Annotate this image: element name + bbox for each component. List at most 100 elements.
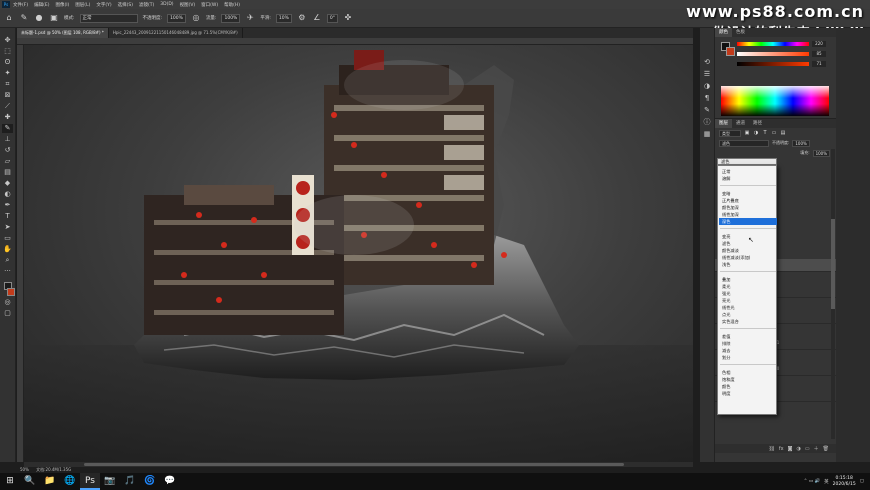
brush-panel-icon[interactable]: ✎ <box>702 106 713 115</box>
brush-settings-icon[interactable]: ▣ <box>49 13 59 23</box>
quick-select-tool-icon[interactable]: ✦ <box>2 69 13 78</box>
filter-adjust-icon[interactable]: ◑ <box>753 130 759 136</box>
tab-color[interactable]: 颜色 <box>715 28 732 37</box>
layer-opacity-field[interactable]: 100% <box>792 139 810 147</box>
blur-tool-icon[interactable]: ◆ <box>2 179 13 188</box>
blend-mode-option[interactable]: 点光 <box>719 311 777 318</box>
menu-item[interactable]: 文字(Y) <box>96 2 111 8</box>
adjustments-panel-icon[interactable]: ◑ <box>702 82 713 91</box>
background-color-swatch[interactable] <box>6 288 15 296</box>
input-method[interactable]: 英 <box>824 479 829 485</box>
menu-item[interactable]: 图像(I) <box>55 2 69 8</box>
pressure-opacity-icon[interactable]: ◎ <box>191 13 201 23</box>
blend-mode-option[interactable]: 强光 <box>719 290 777 297</box>
blend-mode-option[interactable]: 柔光 <box>719 283 777 290</box>
home-icon[interactable]: ⌂ <box>4 13 14 23</box>
paragraph-panel-icon[interactable]: ¶ <box>702 94 713 103</box>
filter-shape-icon[interactable]: ▭ <box>771 130 777 136</box>
blend-mode-option[interactable]: 深色 <box>719 218 777 225</box>
taskbar-app[interactable]: 🎵 <box>120 473 140 490</box>
color-bg-swatch[interactable] <box>726 47 735 56</box>
blend-mode-option[interactable]: 溶解 <box>719 175 777 182</box>
clone-stamp-tool-icon[interactable]: ⊥ <box>2 135 13 144</box>
blend-dropdown-current[interactable]: 滤色 <box>717 158 777 165</box>
taskbar-app[interactable]: ⊞ <box>0 473 20 490</box>
brush-preset-icon[interactable]: ● <box>34 13 44 23</box>
zoom-level[interactable]: 50% <box>20 467 29 472</box>
tab-layers[interactable]: 图层 <box>715 119 732 128</box>
pen-tool-icon[interactable]: ✒ <box>2 201 13 210</box>
lasso-tool-icon[interactable]: ʘ <box>2 58 13 67</box>
brightness-slider[interactable] <box>737 62 809 66</box>
taskbar-app[interactable]: Ps <box>80 473 100 490</box>
history-brush-tool-icon[interactable]: ↺ <box>2 146 13 155</box>
more-tools-icon[interactable]: ··· <box>2 267 13 276</box>
layer-style-icon[interactable]: fx <box>779 446 784 452</box>
scrollbar-thumb[interactable] <box>84 463 624 466</box>
taskbar-app[interactable]: 🌐 <box>60 473 80 490</box>
blend-mode-option[interactable]: 变暗 <box>719 190 777 197</box>
symmetry-icon[interactable]: ✜ <box>343 13 353 23</box>
taskbar-app[interactable]: 📁 <box>40 473 60 490</box>
horizontal-scrollbar[interactable] <box>24 462 693 467</box>
layers-scrollbar[interactable] <box>831 149 835 439</box>
menu-item[interactable]: 窗口(W) <box>201 2 218 8</box>
shape-tool-icon[interactable]: ▭ <box>2 234 13 243</box>
menu-item[interactable]: 编辑(E) <box>34 2 49 8</box>
adjustment-layer-icon[interactable]: ◑ <box>797 446 801 452</box>
hand-tool-icon[interactable]: ✋ <box>2 245 13 254</box>
brush-tool-icon[interactable]: ✎ <box>2 124 13 133</box>
blend-mode-option[interactable]: 明度 <box>719 390 777 397</box>
blend-mode-option[interactable]: 亮光 <box>719 297 777 304</box>
tab-document-1[interactable]: 未标题-1.psd @ 50% (图层 108, RGB/8#) * <box>17 28 109 38</box>
menu-item[interactable]: 视图(V) <box>180 2 196 8</box>
menu-item[interactable]: 帮助(H) <box>224 2 240 8</box>
mode-select[interactable]: 正常 <box>79 13 138 23</box>
eyedropper-tool-icon[interactable]: ⟋ <box>2 102 13 111</box>
type-tool-icon[interactable]: T <box>2 212 13 221</box>
document-canvas[interactable] <box>24 45 693 462</box>
blend-mode-option[interactable]: 线性光 <box>719 304 777 311</box>
document-info[interactable]: 文档:20.4M/1.35G <box>36 467 71 472</box>
tray-icons[interactable]: ⌃ ▭ 🔊 <box>804 479 821 484</box>
info-panel-icon[interactable]: ⓘ <box>702 118 713 127</box>
menu-item[interactable]: 选择(S) <box>118 2 133 8</box>
saturation-slider[interactable] <box>737 52 809 56</box>
link-layers-icon[interactable]: ⛓ <box>769 446 775 452</box>
blend-mode-option[interactable]: 色相 <box>719 369 777 376</box>
hue-slider[interactable] <box>737 42 809 46</box>
path-select-tool-icon[interactable]: ➤ <box>2 223 13 232</box>
properties-panel-icon[interactable]: ☰ <box>702 70 713 79</box>
screen-mode-icon[interactable]: ▢ <box>2 309 13 318</box>
new-group-icon[interactable]: ▭ <box>805 446 810 452</box>
filter-smart-icon[interactable]: ▤ <box>780 130 786 136</box>
blend-mode-option[interactable]: 正常 <box>719 168 777 175</box>
fill-field[interactable]: 100% <box>812 149 830 157</box>
airbrush-icon[interactable]: ✈ <box>245 13 255 23</box>
opacity-field[interactable]: 100% <box>167 13 186 23</box>
libraries-panel-icon[interactable]: ▦ <box>702 130 713 139</box>
blend-mode-option[interactable]: 正片叠底 <box>719 197 777 204</box>
add-mask-icon[interactable]: ◙ <box>788 446 793 452</box>
tab-channels[interactable]: 通道 <box>732 119 749 128</box>
move-tool-icon[interactable]: ✥ <box>2 36 13 45</box>
eraser-tool-icon[interactable]: ▱ <box>2 157 13 166</box>
blend-mode-option[interactable]: 划分 <box>719 354 777 361</box>
blend-mode-option[interactable]: 颜色加深 <box>719 204 777 211</box>
blend-mode-option[interactable]: 减去 <box>719 347 777 354</box>
gradient-tool-icon[interactable]: ▤ <box>2 168 13 177</box>
brightness-value[interactable]: 71 <box>812 61 826 67</box>
saturation-value[interactable]: 85 <box>812 51 826 57</box>
smoothing-settings-icon[interactable]: ⚙ <box>297 13 307 23</box>
blend-mode-option[interactable]: 实色混合 <box>719 318 777 325</box>
color-spectrum[interactable] <box>721 86 829 116</box>
tab-document-2[interactable]: Hpic_22443_20091221150146048489.jpg @ 71… <box>109 28 243 38</box>
hue-value[interactable]: 220 <box>812 41 826 47</box>
history-panel-icon[interactable]: ⟲ <box>702 58 713 67</box>
blend-mode-option[interactable]: 差值 <box>719 333 777 340</box>
clock[interactable]: 0:15:18 2020/6/15 <box>833 476 856 488</box>
frame-tool-icon[interactable]: ⊠ <box>2 91 13 100</box>
angle-icon[interactable]: ∠ <box>312 13 322 23</box>
blend-mode-option[interactable]: 排除 <box>719 340 777 347</box>
blend-mode-option[interactable]: 线性减淡(添加) <box>719 254 777 261</box>
